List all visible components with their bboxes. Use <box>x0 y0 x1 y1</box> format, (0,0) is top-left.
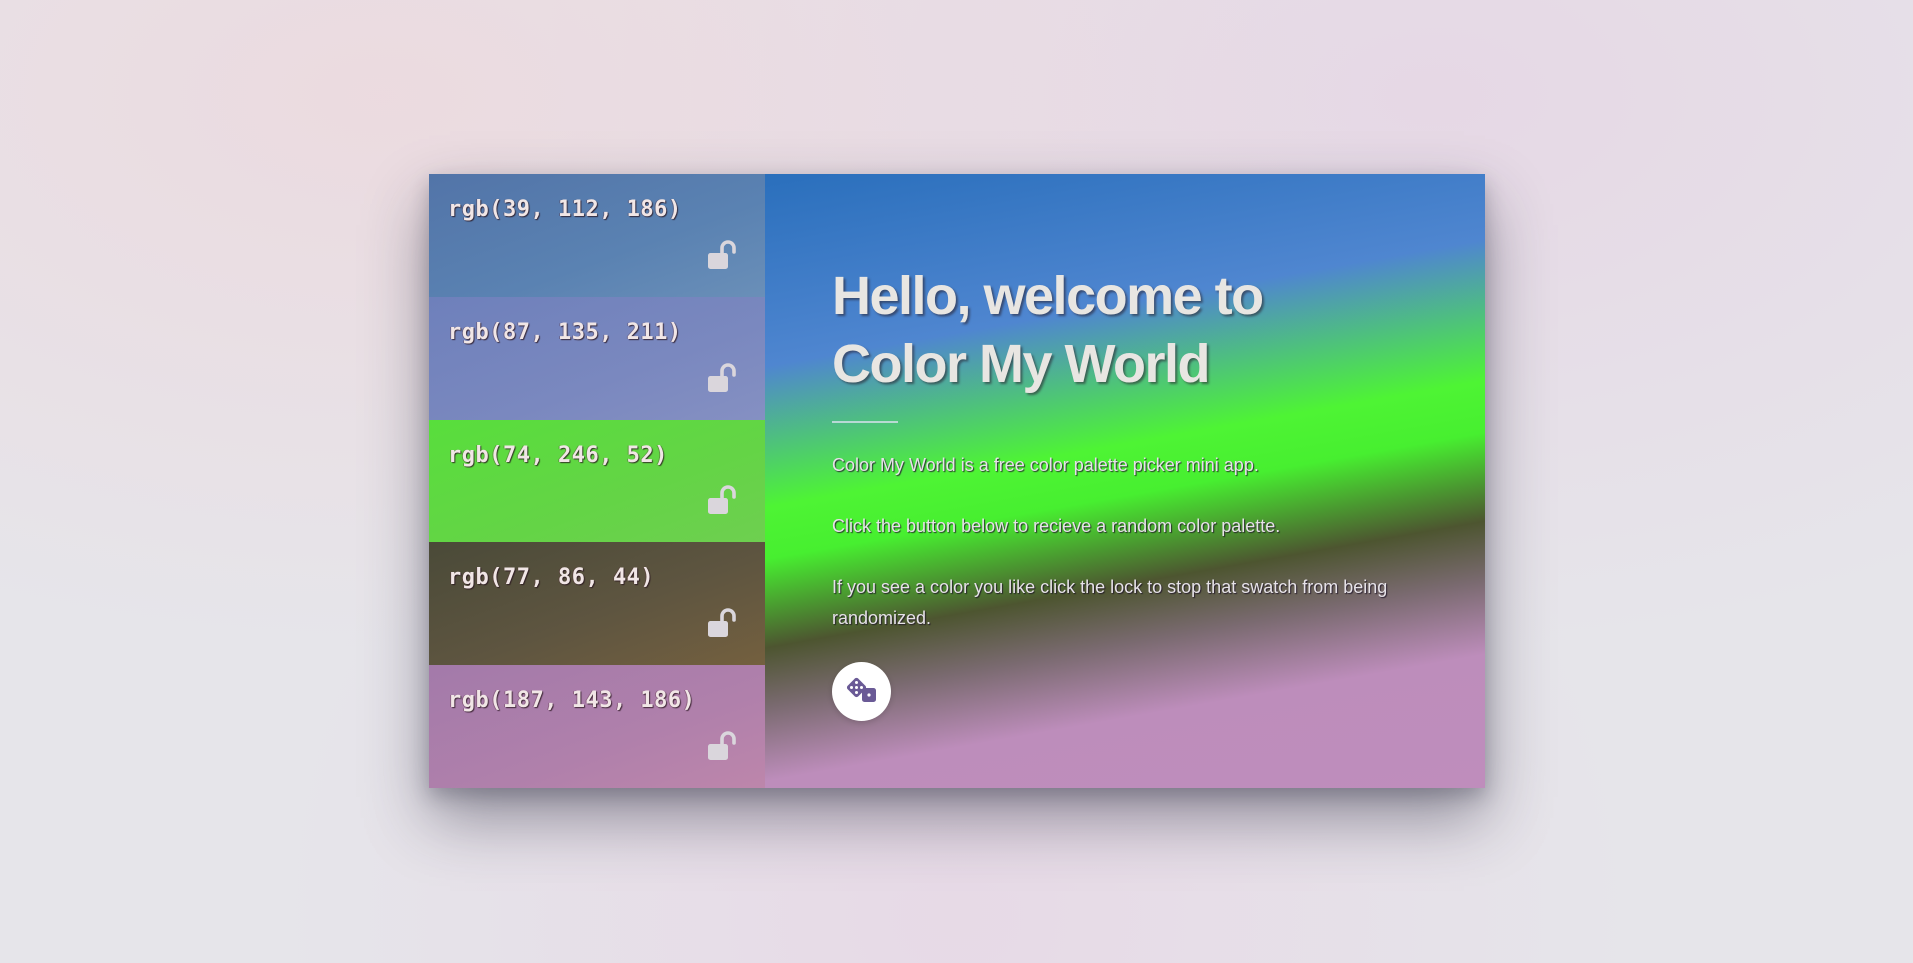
randomize-button[interactable] <box>832 662 891 721</box>
swatch-color-label: rgb(74, 246, 52) <box>448 442 668 468</box>
palette-card: rgb(39, 112, 186) rgb(87, 135, 211) rgb(… <box>429 174 1485 788</box>
title-divider <box>832 421 898 423</box>
swatch-color-label: rgb(87, 135, 211) <box>448 319 682 345</box>
title-line-1: Hello, welcome to <box>832 266 1264 326</box>
swatch-color-label: rgb(77, 86, 44) <box>448 565 655 591</box>
instruction-text: Click the button below to recieve a rand… <box>832 516 1281 536</box>
title-line-2: Color My World <box>832 334 1211 394</box>
swatch-3: rgb(74, 246, 52) <box>429 419 765 543</box>
intro-text: Color My World is a free color palette p… <box>832 455 1259 475</box>
page-title: Hello, welcome to Color My World <box>832 262 1264 398</box>
unlock-icon[interactable] <box>707 607 737 639</box>
unlock-icon[interactable] <box>707 362 737 394</box>
swatch-column: rgb(39, 112, 186) rgb(87, 135, 211) rgb(… <box>429 174 765 788</box>
welcome-panel: Hello, welcome to Color My World Color M… <box>765 174 1485 788</box>
swatch-5: rgb(187, 143, 186) <box>429 665 765 788</box>
swatch-1: rgb(39, 112, 186) <box>429 174 765 297</box>
dice-icon <box>846 677 876 702</box>
unlock-icon[interactable] <box>707 484 737 516</box>
swatch-2: rgb(87, 135, 211) <box>429 296 765 420</box>
swatch-color-label: rgb(39, 112, 186) <box>448 197 682 222</box>
lock-hint-text: If you see a color you like click the lo… <box>832 577 1388 628</box>
swatch-4: rgb(77, 86, 44) <box>429 542 765 666</box>
unlock-icon[interactable] <box>707 239 737 271</box>
swatch-color-label: rgb(187, 143, 186) <box>448 688 696 714</box>
unlock-icon[interactable] <box>707 730 737 762</box>
